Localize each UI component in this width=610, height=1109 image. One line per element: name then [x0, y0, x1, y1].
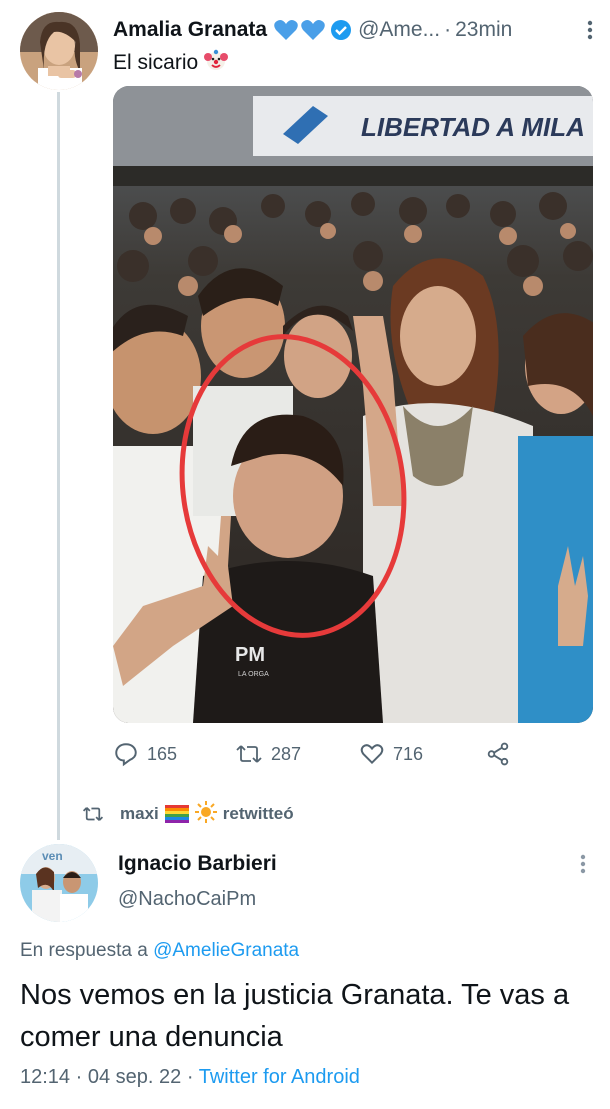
- retweet-button[interactable]: 287: [235, 741, 301, 767]
- retweet-count: 287: [271, 743, 302, 764]
- reply-time[interactable]: 12:14: [20, 1066, 70, 1088]
- retweet-icon: [236, 745, 262, 763]
- blue-heart-icon: [301, 20, 325, 40]
- shirt-text: PM: [235, 644, 265, 666]
- svg-text:ven: ven: [42, 849, 63, 863]
- tweet-text-content: El sicario: [113, 51, 199, 74]
- shirt-subtext: LA ORGA: [238, 671, 269, 678]
- reply-tweet-text: Nos vemos en la justicia Granata. Te vas…: [20, 979, 570, 1053]
- tweet-header: Amalia Granata @Ame... · 23min: [113, 14, 593, 46]
- retweeter-name: maxi: [120, 804, 159, 823]
- rainbow-flag-icon: [164, 805, 189, 823]
- banner-text: LIBERTAD A MILA: [361, 112, 585, 142]
- reply-author-avatar[interactable]: ven: [20, 844, 98, 922]
- tweet-time[interactable]: 23min: [455, 18, 512, 42]
- reply-context: En respuesta a @AmelieGranata: [20, 940, 299, 962]
- reply-author-name[interactable]: Ignacio Barbieri: [118, 852, 277, 876]
- tweet-text: El sicario: [113, 48, 229, 78]
- tweet-photo[interactable]: LIBERTAD A MILA PM LA ORGA: [113, 86, 593, 723]
- heart-icon: [360, 744, 384, 765]
- reply-button[interactable]: 165: [113, 741, 177, 767]
- reply-tweet-meta: 12:14 · 04 sep. 22 · Twitter for Android: [20, 1066, 360, 1089]
- author-handle[interactable]: @Ame...: [358, 18, 440, 42]
- verified-badge-icon: [330, 19, 352, 41]
- meta-separator: ·: [186, 1066, 194, 1088]
- blue-heart-icon: [274, 20, 298, 40]
- sun-icon: [194, 800, 217, 828]
- more-options-icon[interactable]: [580, 854, 586, 879]
- tweet-source-link[interactable]: Twitter for Android: [199, 1066, 360, 1088]
- blue-hearts-emoji: [273, 18, 326, 42]
- meta-separator: ·: [75, 1066, 83, 1088]
- reply-date[interactable]: 04 sep. 22: [88, 1066, 181, 1088]
- like-button[interactable]: 716: [359, 741, 423, 767]
- share-button[interactable]: [485, 741, 511, 767]
- like-count: 716: [393, 743, 424, 764]
- reply-prefix: En respuesta a: [20, 940, 148, 961]
- more-options-icon[interactable]: [587, 20, 593, 45]
- thread-connector-line: [57, 92, 60, 840]
- retweet-icon: [82, 807, 104, 821]
- reply-mention-link[interactable]: @AmelieGranata: [153, 940, 299, 961]
- author-avatar[interactable]: [20, 12, 98, 90]
- clown-face-emoji-icon: [204, 48, 229, 78]
- retweeted-by-banner[interactable]: maxi retwitteó: [82, 800, 294, 828]
- reply-count: 165: [147, 743, 178, 764]
- author-name[interactable]: Amalia Granata: [113, 18, 267, 42]
- reply-icon: [115, 743, 137, 767]
- separator-dot: ·: [444, 18, 452, 41]
- retweet-action-label: retwitteó: [222, 804, 294, 823]
- tweet-actions-bar: 165 287 716: [113, 736, 533, 772]
- reply-author-handle[interactable]: @NachoCaiPm: [118, 888, 256, 911]
- share-icon: [487, 742, 509, 766]
